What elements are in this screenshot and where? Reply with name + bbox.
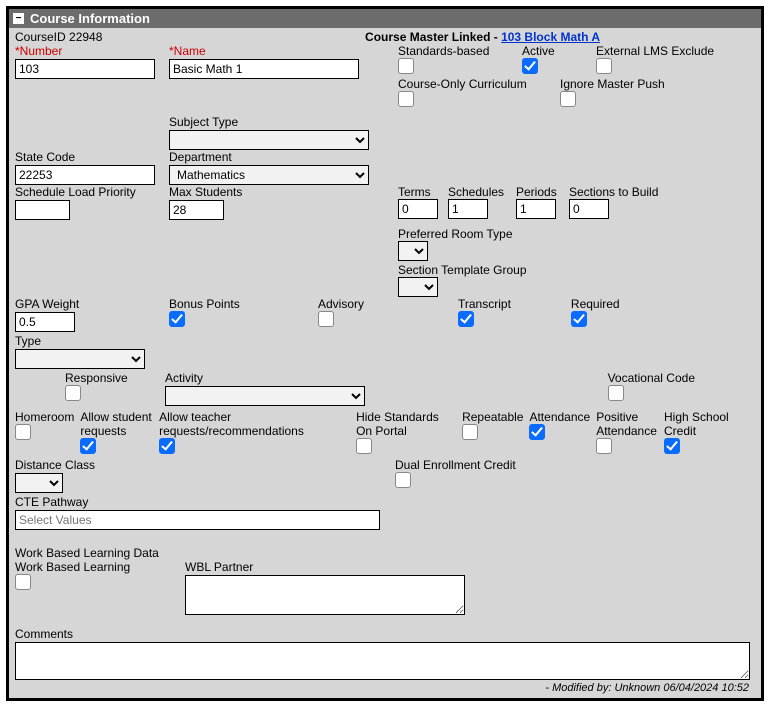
type-label: Type [15, 334, 755, 348]
dual-enroll-label: Dual Enrollment Credit [395, 458, 516, 472]
allow-teacher-check[interactable] [159, 438, 175, 454]
preferred-room-select[interactable] [398, 241, 428, 261]
sections-build-input[interactable] [569, 199, 609, 219]
cte-pathway-label: CTE Pathway [15, 495, 755, 509]
hide-standards-label: Hide Standards On Portal [356, 410, 456, 438]
comments-input[interactable] [15, 642, 750, 680]
course-id-label: CourseID 22948 [15, 30, 102, 44]
advisory-label: Advisory [318, 297, 364, 311]
name-input[interactable] [169, 59, 359, 79]
dual-enroll-check[interactable] [395, 472, 411, 488]
hide-standards-check[interactable] [356, 438, 372, 454]
section-template-label: Section Template Group [398, 263, 527, 277]
terms-label: Terms [398, 185, 431, 199]
subject-type-select[interactable] [169, 130, 369, 150]
transcript-check[interactable] [458, 311, 474, 327]
attendance-label: Attendance [529, 410, 590, 424]
wbl-partner-input[interactable] [185, 575, 465, 615]
sched-load-label: Schedule Load Priority [15, 185, 165, 199]
external-lms-check[interactable] [596, 58, 612, 74]
terms-input[interactable] [398, 199, 438, 219]
course-only-check[interactable] [398, 91, 414, 107]
cte-pathway-input[interactable] [15, 510, 380, 530]
responsive-check[interactable] [65, 385, 81, 401]
panel-title: Course Information [30, 11, 150, 26]
hs-credit-label: High School Credit [664, 410, 755, 438]
department-select[interactable]: Mathematics [169, 165, 369, 185]
bonus-points-label: Bonus Points [169, 297, 240, 311]
gpa-weight-input[interactable] [15, 312, 75, 332]
periods-input[interactable] [516, 199, 556, 219]
distance-class-label: Distance Class [15, 458, 375, 472]
state-code-label: State Code [15, 150, 165, 164]
master-linked-link[interactable]: 103 Block Math A [501, 30, 600, 44]
homeroom-label: Homeroom [15, 410, 74, 424]
activity-select[interactable] [165, 386, 365, 406]
voc-code-label: Vocational Code [608, 371, 695, 385]
standards-based-label: Standards-based [398, 44, 489, 58]
schedules-input[interactable] [448, 199, 488, 219]
max-students-label: Max Students [169, 185, 394, 199]
section-template-select[interactable] [398, 277, 438, 297]
sched-load-input[interactable] [15, 200, 70, 220]
modified-footer: - Modified by: Unknown 06/04/2024 10:52 [15, 680, 755, 694]
preferred-room-label: Preferred Room Type [398, 227, 513, 241]
allow-student-check[interactable] [80, 438, 96, 454]
wbl-partner-label: WBL Partner [185, 560, 465, 574]
panel-titlebar: − Course Information [9, 9, 761, 28]
ignore-master-label: Ignore Master Push [560, 77, 665, 91]
department-label: Department [169, 150, 394, 164]
master-linked-label: Course Master Linked - [365, 30, 501, 44]
course-only-label: Course-Only Curriculum [398, 77, 527, 91]
hs-credit-check[interactable] [664, 438, 680, 454]
subject-type-label: Subject Type [169, 115, 394, 129]
max-students-input[interactable] [169, 200, 224, 220]
ignore-master-check[interactable] [560, 91, 576, 107]
type-select[interactable] [15, 349, 145, 369]
transcript-label: Transcript [458, 297, 511, 311]
standards-based-check[interactable] [398, 58, 414, 74]
homeroom-check[interactable] [15, 424, 31, 440]
wbl-check[interactable] [15, 574, 31, 590]
wbl-section-header: Work Based Learning Data [15, 546, 755, 560]
periods-label: Periods [516, 185, 557, 199]
responsive-label: Responsive [65, 371, 128, 385]
repeatable-label: Repeatable [462, 410, 523, 424]
advisory-check[interactable] [318, 311, 334, 327]
state-code-input[interactable] [15, 165, 155, 185]
pos-attendance-check[interactable] [596, 438, 612, 454]
comments-label: Comments [15, 627, 755, 641]
required-label: Required [571, 297, 620, 311]
attendance-check[interactable] [529, 424, 545, 440]
allow-teacher-label: Allow teacher requests/recommendations [159, 410, 350, 438]
required-check[interactable] [571, 311, 587, 327]
active-check[interactable] [522, 58, 538, 74]
course-info-panel: − Course Information CourseID 22948 Cour… [6, 6, 764, 701]
pos-attendance-label: Positive Attendance [596, 410, 658, 438]
distance-class-select[interactable] [15, 473, 63, 493]
repeatable-check[interactable] [462, 424, 478, 440]
active-label: Active [522, 44, 555, 58]
name-label: *Name [169, 44, 394, 58]
voc-code-check[interactable] [608, 385, 624, 401]
external-lms-label: External LMS Exclude [596, 44, 714, 58]
bonus-points-check[interactable] [169, 311, 185, 327]
number-label: *Number [15, 44, 165, 58]
collapse-icon[interactable]: − [13, 13, 24, 24]
number-input[interactable] [15, 59, 155, 79]
schedules-label: Schedules [448, 185, 504, 199]
sections-build-label: Sections to Build [569, 185, 658, 199]
activity-label: Activity [165, 371, 365, 385]
wbl-label: Work Based Learning [15, 560, 130, 574]
gpa-weight-label: GPA Weight [15, 297, 165, 311]
allow-student-label: Allow student requests [80, 410, 153, 438]
